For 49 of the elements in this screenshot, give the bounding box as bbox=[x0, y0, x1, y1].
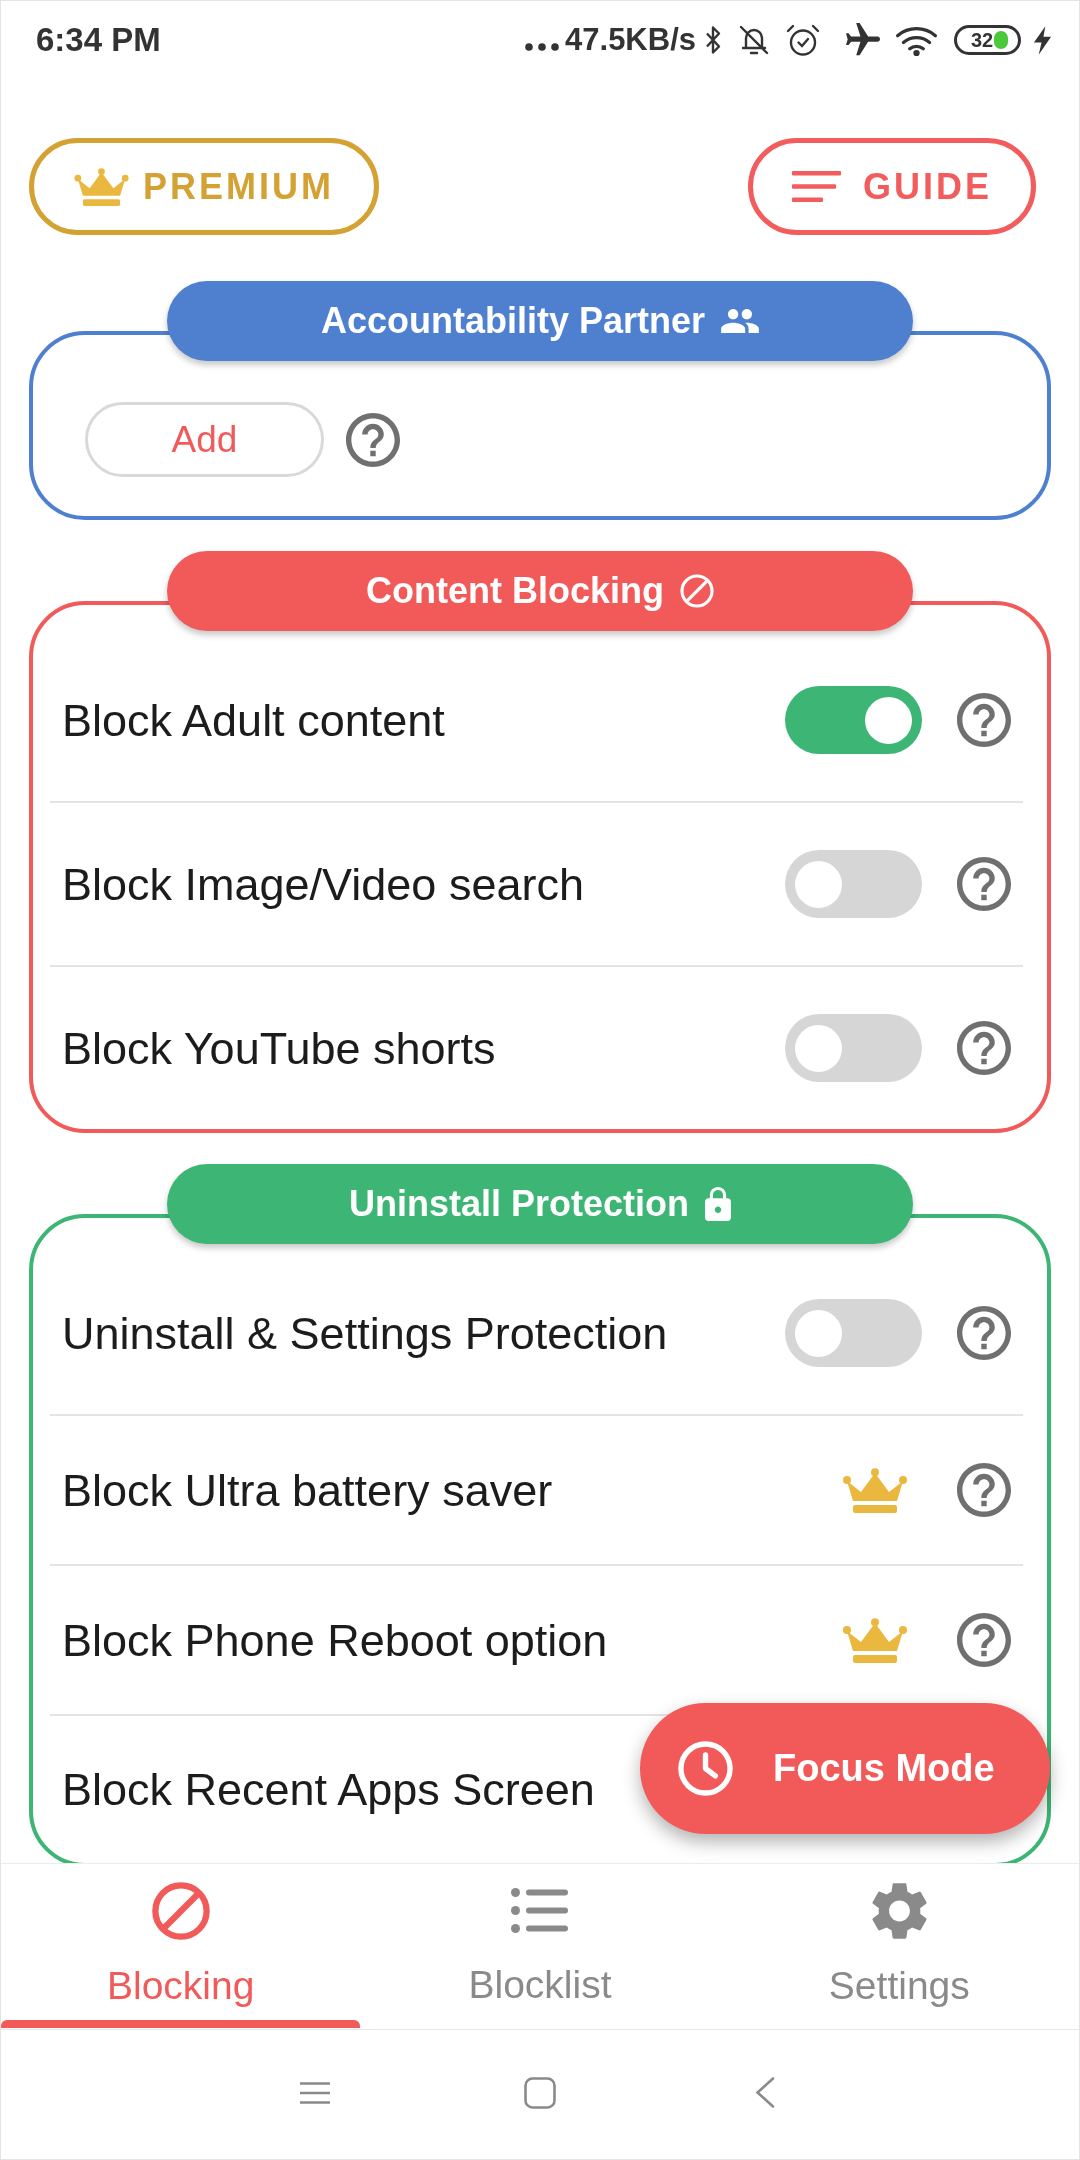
focus-mode-button[interactable]: Focus Mode bbox=[640, 1703, 1050, 1834]
crown-icon bbox=[74, 167, 129, 206]
setting-label: Block YouTube shorts bbox=[62, 1021, 496, 1075]
alarm-clock-icon bbox=[786, 23, 820, 57]
crown-icon bbox=[842, 1617, 908, 1663]
setting-label: Block Ultra battery saver bbox=[62, 1463, 553, 1517]
status-time: 6:34 PM bbox=[36, 20, 161, 60]
muted-bell-icon bbox=[738, 24, 770, 56]
block-icon bbox=[680, 574, 714, 608]
block-icon bbox=[151, 1882, 210, 1940]
help-icon[interactable] bbox=[957, 1021, 1011, 1075]
battery-percent: 32 bbox=[970, 29, 994, 51]
people-icon bbox=[721, 309, 760, 333]
section-title: Uninstall Protection bbox=[349, 1182, 689, 1226]
nav-tab[interactable]: Blocking bbox=[1, 1864, 361, 2029]
guide-button[interactable]: GUIDE bbox=[748, 138, 1036, 235]
battery-charge-fill bbox=[994, 31, 1009, 49]
help-icon[interactable] bbox=[957, 857, 1011, 911]
help-icon[interactable] bbox=[957, 1463, 1011, 1517]
help-icon[interactable] bbox=[346, 412, 400, 467]
setting-label: Block Adult content bbox=[62, 693, 445, 747]
premium-button[interactable]: PREMIUM bbox=[29, 138, 379, 235]
lock-icon bbox=[705, 1187, 731, 1221]
nav-tab[interactable]: Blocklist bbox=[360, 1864, 720, 2029]
setting-label: Block Recent Apps Screen bbox=[62, 1763, 595, 1816]
list-icon bbox=[511, 1888, 569, 1933]
settings-icon bbox=[871, 1882, 927, 1940]
crown-icon bbox=[842, 1467, 908, 1513]
bluetooth-icon bbox=[705, 25, 721, 55]
wifi-icon bbox=[895, 24, 938, 56]
section-title: Accountability Partner bbox=[320, 299, 706, 343]
three-dots-icon bbox=[525, 43, 560, 51]
add-button[interactable]: Add bbox=[85, 402, 324, 477]
lightning-bolt-icon bbox=[1033, 25, 1052, 55]
help-icon[interactable] bbox=[957, 1306, 1011, 1360]
lines-icon bbox=[792, 171, 841, 202]
clock-icon bbox=[678, 1741, 733, 1796]
nav-tab[interactable]: Settings bbox=[719, 1864, 1079, 2029]
setting-label: Block Image/Video search bbox=[62, 857, 584, 911]
help-icon[interactable] bbox=[957, 693, 1011, 747]
help-icon[interactable] bbox=[957, 1613, 1011, 1667]
section-title: Content Blocking bbox=[366, 569, 664, 613]
network-speed: 47.5KB/s bbox=[565, 21, 696, 59]
menu-icon[interactable] bbox=[300, 2081, 330, 2104]
chevron-left-icon[interactable] bbox=[755, 2077, 775, 2108]
square-icon[interactable] bbox=[524, 2076, 556, 2109]
setting-label: Block Phone Reboot option bbox=[62, 1613, 608, 1667]
airplane-icon bbox=[846, 23, 880, 57]
setting-label: Uninstall & Settings Protection bbox=[62, 1306, 668, 1360]
